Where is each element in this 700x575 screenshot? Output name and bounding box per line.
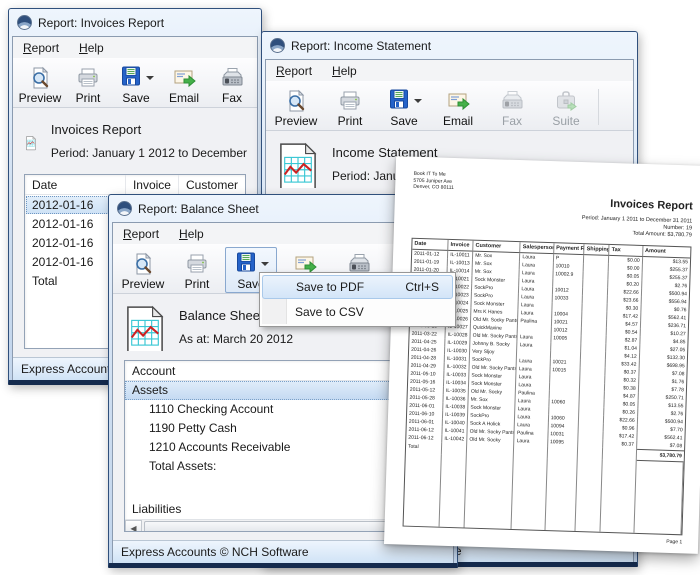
menubar: Report Help: [266, 60, 633, 81]
save-icon: [119, 64, 143, 91]
save-label: Save: [122, 91, 149, 105]
toolbar: Preview Print Save Email Fax: [13, 58, 257, 108]
fax-label: Fax: [222, 91, 242, 105]
print-button[interactable]: Print: [171, 247, 223, 293]
fax-button[interactable]: Fax: [486, 84, 538, 130]
preview-icon: [131, 250, 155, 277]
window-title: Report: Income Statement: [291, 39, 431, 53]
save-dropdown-arrow-icon[interactable]: [146, 76, 154, 80]
preview-icon: [284, 87, 308, 114]
printed-invoices-report-page: Book IT To Me5705 Juniper AveDenver, CO …: [384, 156, 700, 554]
status-text: Express Accounts © NCH Software: [121, 545, 309, 559]
toolbar-separator: [598, 89, 599, 125]
report-title: Invoices Report: [51, 122, 247, 137]
preview-label: Preview: [122, 277, 165, 291]
titlebar-invoices[interactable]: Report: Invoices Report: [12, 9, 258, 36]
print-icon: [185, 250, 209, 277]
titlebar-income[interactable]: Report: Income Statement: [265, 32, 634, 59]
email-label: Email: [169, 91, 199, 105]
paper-meta-block: Period: January 1 2011 to December 31 20…: [412, 209, 693, 239]
paper-company-block: Book IT To Me5705 Juniper AveDenver, CO …: [413, 171, 454, 192]
preview-icon: [28, 64, 52, 91]
save-button[interactable]: Save: [378, 84, 430, 130]
column-customer[interactable]: Customer: [179, 175, 245, 194]
preview-button[interactable]: Preview: [270, 84, 322, 130]
toolbar: Preview Print Save Email Fax Suite: [266, 81, 633, 131]
list-header: Date Invoice Customer: [25, 175, 245, 195]
preview-label: Preview: [19, 91, 62, 105]
save-menu-items: Save to PDFCtrl+SSave to CSV: [262, 275, 453, 324]
save-dropdown-arrow-icon[interactable]: [414, 99, 422, 103]
report-document-icon: [26, 119, 36, 165]
print-label: Print: [185, 277, 210, 291]
save-icon: [387, 87, 411, 114]
fax-icon: [220, 64, 244, 91]
save-icon: [234, 250, 258, 277]
suite-button[interactable]: Suite: [540, 84, 592, 130]
app-icon: [17, 15, 32, 30]
save-label: Save: [390, 114, 417, 128]
print-label: Print: [76, 91, 101, 105]
save-button[interactable]: Save: [113, 61, 159, 107]
suite-label: Suite: [552, 114, 579, 128]
column-invoice[interactable]: Invoice: [126, 175, 179, 194]
email-button[interactable]: Email: [161, 61, 207, 107]
fax-label: Fax: [502, 114, 522, 128]
report-as-at: As at: March 20 2012: [179, 332, 293, 346]
scroll-left-icon[interactable]: ◀: [125, 520, 142, 532]
window-title: Report: Balance Sheet: [138, 202, 259, 216]
email-button[interactable]: Email: [432, 84, 484, 130]
paper-total-label: Total: [406, 441, 442, 454]
report-period: Period: January 1 2012 to December: [51, 146, 247, 160]
menu-help[interactable]: Help: [329, 63, 360, 79]
email-label: Email: [443, 114, 473, 128]
menu-help[interactable]: Help: [76, 40, 107, 56]
app-icon: [117, 201, 132, 216]
print-label: Print: [338, 114, 363, 128]
email-icon: [446, 87, 470, 114]
column-date[interactable]: Date: [25, 175, 126, 194]
menubar: Report Help: [13, 37, 257, 58]
menu-help[interactable]: Help: [176, 226, 207, 242]
app-icon: [270, 38, 285, 53]
menu-item-save-to-csv[interactable]: Save to CSV: [262, 299, 453, 324]
paper-table-filler: [404, 453, 684, 534]
save-dropdown-arrow-icon[interactable]: [261, 262, 269, 266]
menu-report[interactable]: Report: [120, 226, 162, 242]
fax-button[interactable]: Fax: [209, 61, 255, 107]
report-header: Invoices Report Period: January 1 2012 t…: [13, 108, 257, 169]
menu-item-save-to-pdf[interactable]: Save to PDFCtrl+S: [262, 275, 453, 299]
print-icon: [76, 64, 100, 91]
preview-label: Preview: [275, 114, 318, 128]
suite-icon: [554, 87, 578, 114]
preview-button[interactable]: Preview: [17, 61, 63, 107]
menu-report[interactable]: Report: [273, 63, 315, 79]
print-icon: [338, 87, 362, 114]
email-icon: [172, 64, 196, 91]
report-document-icon: [126, 305, 164, 351]
save-dropdown-menu: Save to PDFCtrl+SSave to CSV: [259, 272, 456, 327]
print-button[interactable]: Print: [324, 84, 376, 130]
print-button[interactable]: Print: [65, 61, 111, 107]
report-document-icon: [279, 142, 317, 188]
menu-report[interactable]: Report: [20, 40, 62, 56]
fax-icon: [500, 87, 524, 114]
window-title: Report: Invoices Report: [38, 16, 164, 30]
preview-button[interactable]: Preview: [117, 247, 169, 293]
